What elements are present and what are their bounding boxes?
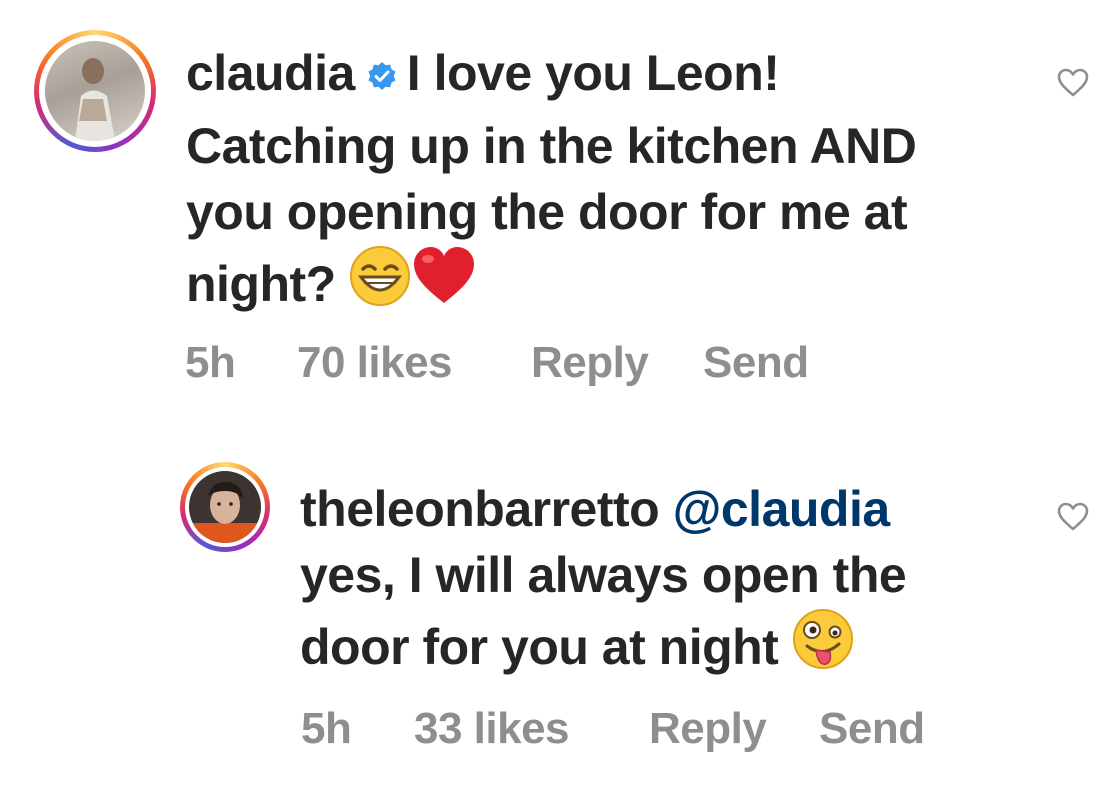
like-heart-icon[interactable] [1057, 502, 1089, 537]
comment-line: door for you at night [300, 619, 779, 676]
comment-line: night? [186, 256, 336, 312]
reply-button[interactable]: Reply [649, 704, 767, 754]
comment-line: yes, I will always open the [300, 547, 907, 603]
username[interactable]: claudia [186, 45, 355, 101]
comment-text: theleonbarretto @claudia yes, I will alw… [300, 476, 1060, 694]
avatar[interactable] [34, 30, 156, 152]
zany-face-icon [792, 608, 854, 686]
username[interactable]: theleonbarretto [300, 481, 660, 537]
avatar[interactable] [180, 462, 270, 552]
avatar-figure [189, 481, 261, 543]
comment-line: Catching up in the kitchen AND [186, 117, 917, 174]
avatar-figure [75, 58, 115, 141]
timestamp: 5h [185, 338, 236, 387]
likes-count[interactable]: 70 likes [297, 338, 453, 388]
avatar-photo [189, 471, 261, 543]
comment-line: I love you Leon! [406, 45, 780, 101]
comment-text: claudia I love you Leon! Catching up in t… [186, 40, 1046, 331]
likes-count[interactable]: 33 likes [414, 704, 570, 754]
timestamp: 5h [301, 704, 352, 753]
send-button[interactable]: Send [703, 338, 809, 388]
like-heart-icon[interactable] [1057, 68, 1089, 103]
grinning-face-with-smiling-eyes-icon [349, 245, 411, 323]
comment-meta: 5h 33 likes Reply Send [301, 704, 1001, 758]
send-button[interactable]: Send [819, 704, 925, 754]
comment-line: you opening the door for me at [186, 183, 908, 240]
comment-meta: 5h 70 likes Reply Send [185, 338, 885, 392]
mention-link[interactable]: @claudia [673, 481, 891, 537]
verified-badge-icon [367, 41, 397, 107]
avatar-photo [45, 41, 145, 141]
red-heart-icon [411, 245, 477, 323]
reply-button[interactable]: Reply [531, 338, 649, 388]
